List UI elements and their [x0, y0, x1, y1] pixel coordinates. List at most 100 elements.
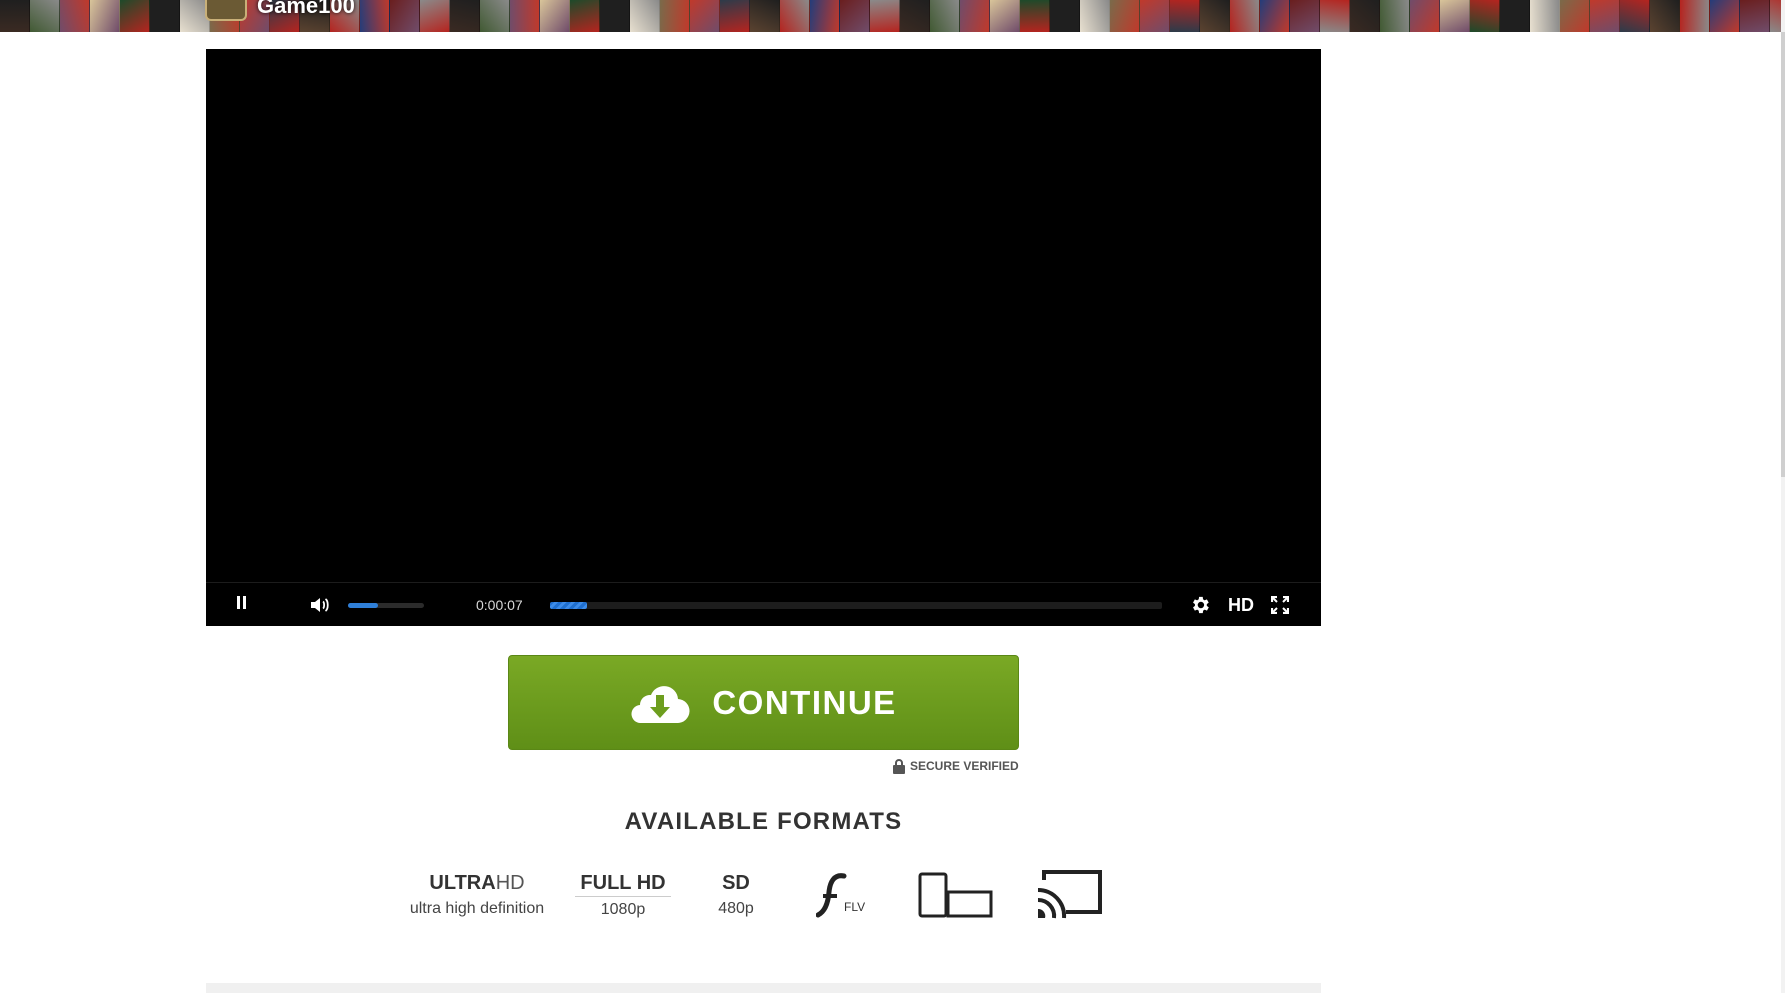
- secure-verified-badge: SECURE VERIFIED: [893, 757, 1019, 775]
- poster-tile: [1020, 0, 1050, 32]
- format-sd: SD 480p: [706, 872, 766, 920]
- poster-tile: [600, 0, 630, 32]
- speaker-icon: [311, 598, 329, 612]
- hd-quality-button[interactable]: HD: [1224, 583, 1258, 627]
- poster-tile: [1260, 0, 1290, 32]
- flv-label: FLV: [844, 900, 866, 914]
- poster-tile: [1290, 0, 1320, 32]
- poster-tile: [390, 0, 420, 32]
- poster-tile: [1560, 0, 1590, 32]
- cast-icon: [1037, 870, 1102, 919]
- poster-tile: [1500, 0, 1530, 32]
- poster-tile: [660, 0, 690, 32]
- poster-tile: [1590, 0, 1620, 32]
- secure-verified-label: SECURE VERIFIED: [910, 759, 1019, 773]
- poster-tile: [1350, 0, 1380, 32]
- poster-tile: [900, 0, 930, 32]
- poster-tile: [1440, 0, 1470, 32]
- page: Game100 0:00:07 HD CONTINUE SECURE VERIF…: [0, 0, 1785, 993]
- format-ultra-hd: ULTRAHD ultra high definition: [402, 872, 552, 920]
- scrollbar-thumb[interactable]: [1781, 32, 1785, 477]
- poster-tile: [1080, 0, 1110, 32]
- available-formats-title: AVAILABLE FORMATS: [624, 808, 903, 835]
- gear-icon: [1193, 596, 1209, 614]
- fullscreen-icon: [1271, 596, 1289, 614]
- format-full-hd: FULL HD 1080p: [575, 872, 671, 921]
- poster-tile: [150, 0, 180, 32]
- poster-tile: [120, 0, 150, 32]
- page-scrollbar[interactable]: [1781, 0, 1785, 993]
- format-cast: [1036, 870, 1102, 920]
- poster-tile: [960, 0, 990, 32]
- poster-tile: [1320, 0, 1350, 32]
- pause-button[interactable]: [226, 583, 256, 627]
- format-sd-sub: 480p: [718, 900, 754, 917]
- poster-tile: [60, 0, 90, 32]
- seek-progress: [550, 602, 587, 609]
- site-name: Game100: [257, 0, 355, 18]
- poster-tile: [750, 0, 780, 32]
- poster-tile: [690, 0, 720, 32]
- format-full-hd-main: FULL HD: [575, 872, 671, 897]
- format-ultra-hd-main-light: HD: [495, 872, 525, 894]
- poster-tile: [90, 0, 120, 32]
- poster-tile: [930, 0, 960, 32]
- poster-tile: [1410, 0, 1440, 32]
- format-full-hd-sub: 1080p: [600, 901, 646, 918]
- continue-button[interactable]: CONTINUE: [508, 655, 1019, 750]
- site-logo: [205, 0, 247, 21]
- poster-tile: [1140, 0, 1170, 32]
- site-header: Game100: [0, 0, 1785, 32]
- poster-tile: [360, 0, 390, 32]
- poster-tile: [570, 0, 600, 32]
- poster-tile: [1380, 0, 1410, 32]
- seek-bar[interactable]: [550, 602, 1162, 609]
- time-display: 0:00:07: [476, 597, 523, 613]
- poster-tile: [1110, 0, 1140, 32]
- poster-tile: [0, 0, 30, 32]
- poster-tile: [1740, 0, 1770, 32]
- poster-tile: [30, 0, 60, 32]
- player-controls: 0:00:07 HD: [206, 582, 1321, 626]
- format-flv: FLV: [816, 870, 866, 918]
- format-mobile-tablet: [918, 870, 994, 918]
- poster-tile: [1170, 0, 1200, 32]
- poster-tile: [420, 0, 450, 32]
- poster-tile: [480, 0, 510, 32]
- pause-icon: [235, 596, 247, 614]
- volume-level: [348, 603, 379, 608]
- format-sd-main: SD: [722, 872, 750, 894]
- poster-tile: [780, 0, 810, 32]
- poster-tile: [720, 0, 750, 32]
- video-player[interactable]: 0:00:07 HD: [206, 49, 1321, 626]
- format-ultra-hd-sub: ultra high definition: [409, 900, 545, 917]
- fullscreen-button[interactable]: [1266, 583, 1294, 627]
- poster-tile: [1710, 0, 1740, 32]
- poster-tile: [510, 0, 540, 32]
- poster-tile: [540, 0, 570, 32]
- poster-tile: [1680, 0, 1710, 32]
- poster-tile: [1620, 0, 1650, 32]
- lock-icon: [893, 758, 905, 774]
- content-panel-edge: [206, 983, 1321, 993]
- format-ultra-hd-main: ULTRA: [429, 872, 496, 894]
- brand[interactable]: Game100: [205, 0, 355, 21]
- poster-tile: [840, 0, 870, 32]
- volume-slider[interactable]: [348, 603, 424, 608]
- poster-tile: [1230, 0, 1260, 32]
- poster-tile: [870, 0, 900, 32]
- poster-tile: [990, 0, 1020, 32]
- poster-tile: [630, 0, 660, 32]
- cloud-download-icon: [631, 685, 690, 723]
- poster-tile: [1470, 0, 1500, 32]
- poster-tile: [1050, 0, 1080, 32]
- poster-tile: [1650, 0, 1680, 32]
- settings-button[interactable]: [1186, 583, 1214, 627]
- mobile-tablet-icon: [918, 872, 993, 918]
- volume-button[interactable]: [304, 583, 338, 627]
- poster-tile: [1200, 0, 1230, 32]
- poster-tile: [450, 0, 480, 32]
- poster-tile: [810, 0, 840, 32]
- continue-label: CONTINUE: [712, 683, 897, 721]
- poster-tile: [1530, 0, 1560, 32]
